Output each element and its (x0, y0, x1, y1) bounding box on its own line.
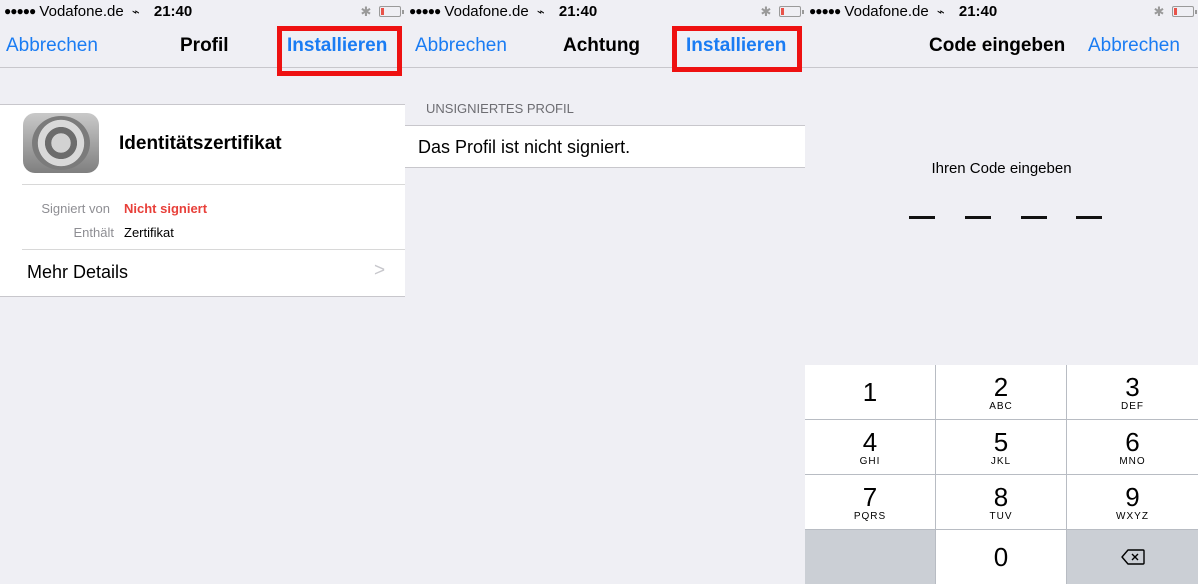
key-7[interactable]: 7 PQRS (805, 475, 935, 529)
code-prompt: Ihren Code eingeben (931, 160, 1072, 177)
passcode-screen: ●●●●● Vodafone.de ⌁ 21:40 ✱ Code eingebe… (805, 0, 1198, 584)
carrier-label: Vodafone.de (444, 3, 529, 20)
clock: 21:40 (958, 3, 998, 20)
warning-screen: ●●●●● Vodafone.de ⌁ 21:40 ✱ Abbrechen Ac… (405, 0, 805, 584)
wifi-icon: ⌁ (536, 4, 545, 19)
signal-strength-icon: ●●●●● (809, 4, 841, 18)
settings-gear-icon (23, 113, 99, 173)
passcode-digit-slot (1076, 216, 1102, 219)
key-5[interactable]: 5 JKL (936, 420, 1066, 474)
status-bar: ●●●●● Vodafone.de ⌁ 21:40 ✱ (405, 0, 805, 24)
page-title: Profil (180, 35, 229, 56)
passcode-digit-slot (965, 216, 991, 219)
chevron-right-icon: > (374, 260, 386, 281)
bluetooth-icon: ✱ (760, 4, 772, 19)
signal-strength-icon: ●●●●● (409, 4, 441, 18)
divider (22, 184, 405, 185)
wifi-icon: ⌁ (936, 4, 945, 19)
key-9[interactable]: 9 WXYZ (1067, 475, 1198, 529)
contains-label: Enthält (73, 225, 114, 240)
certificate-name: Identitätszertifikat (119, 133, 282, 154)
signed-by-label: Signiert von (41, 201, 110, 216)
bluetooth-icon: ✱ (360, 4, 372, 19)
cancel-button[interactable]: Abbrechen (6, 35, 98, 57)
signed-by-value: Nicht signiert (124, 201, 208, 216)
key-4[interactable]: 4 GHI (805, 420, 935, 474)
key-3[interactable]: 3 DEF (1067, 365, 1198, 419)
wifi-icon: ⌁ (131, 4, 140, 19)
contains-value: Zertifikat (124, 225, 174, 240)
key-0[interactable]: 0 (936, 530, 1066, 584)
backspace-icon (1120, 549, 1145, 565)
signal-strength-icon: ●●●●● (4, 4, 36, 18)
cancel-button[interactable]: Abbrechen (1088, 35, 1180, 57)
status-bar: ●●●●● Vodafone.de ⌁ 21:40 ✱ (0, 0, 405, 24)
battery-icon (1172, 6, 1197, 17)
highlight-box (672, 26, 802, 72)
page-title: Achtung (563, 35, 641, 56)
cancel-button[interactable]: Abbrechen (415, 35, 507, 57)
page-title: Code eingeben (929, 35, 1066, 56)
key-1[interactable]: 1 (805, 365, 935, 419)
highlight-box (277, 26, 402, 76)
more-details-row[interactable]: Mehr Details (27, 262, 128, 283)
key-2[interactable]: 2 ABC (936, 365, 1066, 419)
profile-screen: ●●●●● Vodafone.de ⌁ 21:40 ✱ Abbrechen Pr… (0, 0, 405, 584)
key-8[interactable]: 8 TUV (936, 475, 1066, 529)
navigation-bar: Code eingeben Abbrechen (805, 24, 1198, 68)
numeric-keypad: 1 2 ABC 3 DEF 4 GHI 5 JKL 6 MNO 7 PQRS 8… (805, 365, 1198, 584)
empty-key (805, 530, 935, 584)
divider (22, 249, 405, 250)
carrier-label: Vodafone.de (39, 3, 124, 20)
clock: 21:40 (558, 3, 598, 20)
carrier-label: Vodafone.de (844, 3, 929, 20)
battery-icon (779, 6, 804, 17)
clock: 21:40 (153, 3, 193, 20)
battery-icon (379, 6, 404, 17)
delete-button[interactable] (1067, 530, 1198, 584)
bluetooth-icon: ✱ (1153, 4, 1165, 19)
screens-container: ●●●●● Vodafone.de ⌁ 21:40 ✱ Abbrechen Pr… (0, 0, 1198, 584)
key-6[interactable]: 6 MNO (1067, 420, 1198, 474)
section-header: UNSIGNIERTES PROFIL (426, 101, 574, 116)
unsigned-message: Das Profil ist nicht signiert. (418, 137, 631, 157)
status-bar: ●●●●● Vodafone.de ⌁ 21:40 ✱ (805, 0, 1198, 24)
passcode-digit-slot (909, 216, 935, 219)
passcode-digit-slot (1021, 216, 1047, 219)
